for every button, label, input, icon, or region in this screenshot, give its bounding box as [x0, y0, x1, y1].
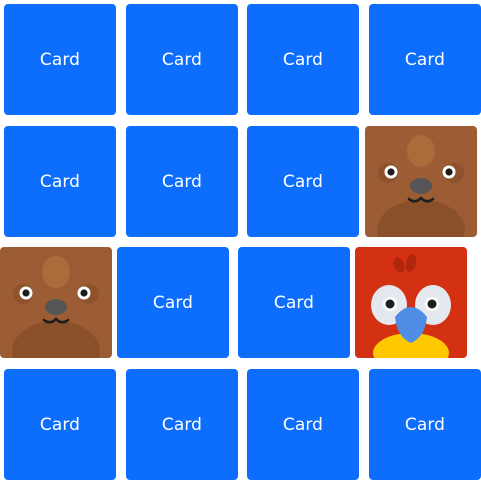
card-r2-c4[interactable] — [365, 126, 477, 237]
card-r4-c4[interactable]: Card — [369, 369, 481, 480]
card-r1-c2[interactable]: Card — [126, 4, 238, 115]
walrus-icon — [0, 247, 112, 358]
card-r1-c3[interactable]: Card — [247, 4, 359, 115]
card-r2-c3[interactable]: Card — [247, 126, 359, 237]
parrot-icon — [355, 247, 467, 358]
card-r3-c1[interactable] — [0, 247, 112, 358]
memory-game-board: { "board": { "card_back_label": "Card", … — [0, 0, 481, 481]
card-r3-c2[interactable]: Card — [117, 247, 229, 358]
card-r3-c3[interactable]: Card — [238, 247, 350, 358]
card-r1-c4[interactable]: Card — [369, 4, 481, 115]
card-r2-c1[interactable]: Card — [4, 126, 116, 237]
card-r4-c1[interactable]: Card — [4, 369, 116, 480]
card-r1-c1[interactable]: Card — [4, 4, 116, 115]
card-r3-c4[interactable] — [355, 247, 467, 358]
walrus-icon — [365, 126, 477, 237]
card-r4-c3[interactable]: Card — [247, 369, 359, 480]
card-r4-c2[interactable]: Card — [126, 369, 238, 480]
card-r2-c2[interactable]: Card — [126, 126, 238, 237]
